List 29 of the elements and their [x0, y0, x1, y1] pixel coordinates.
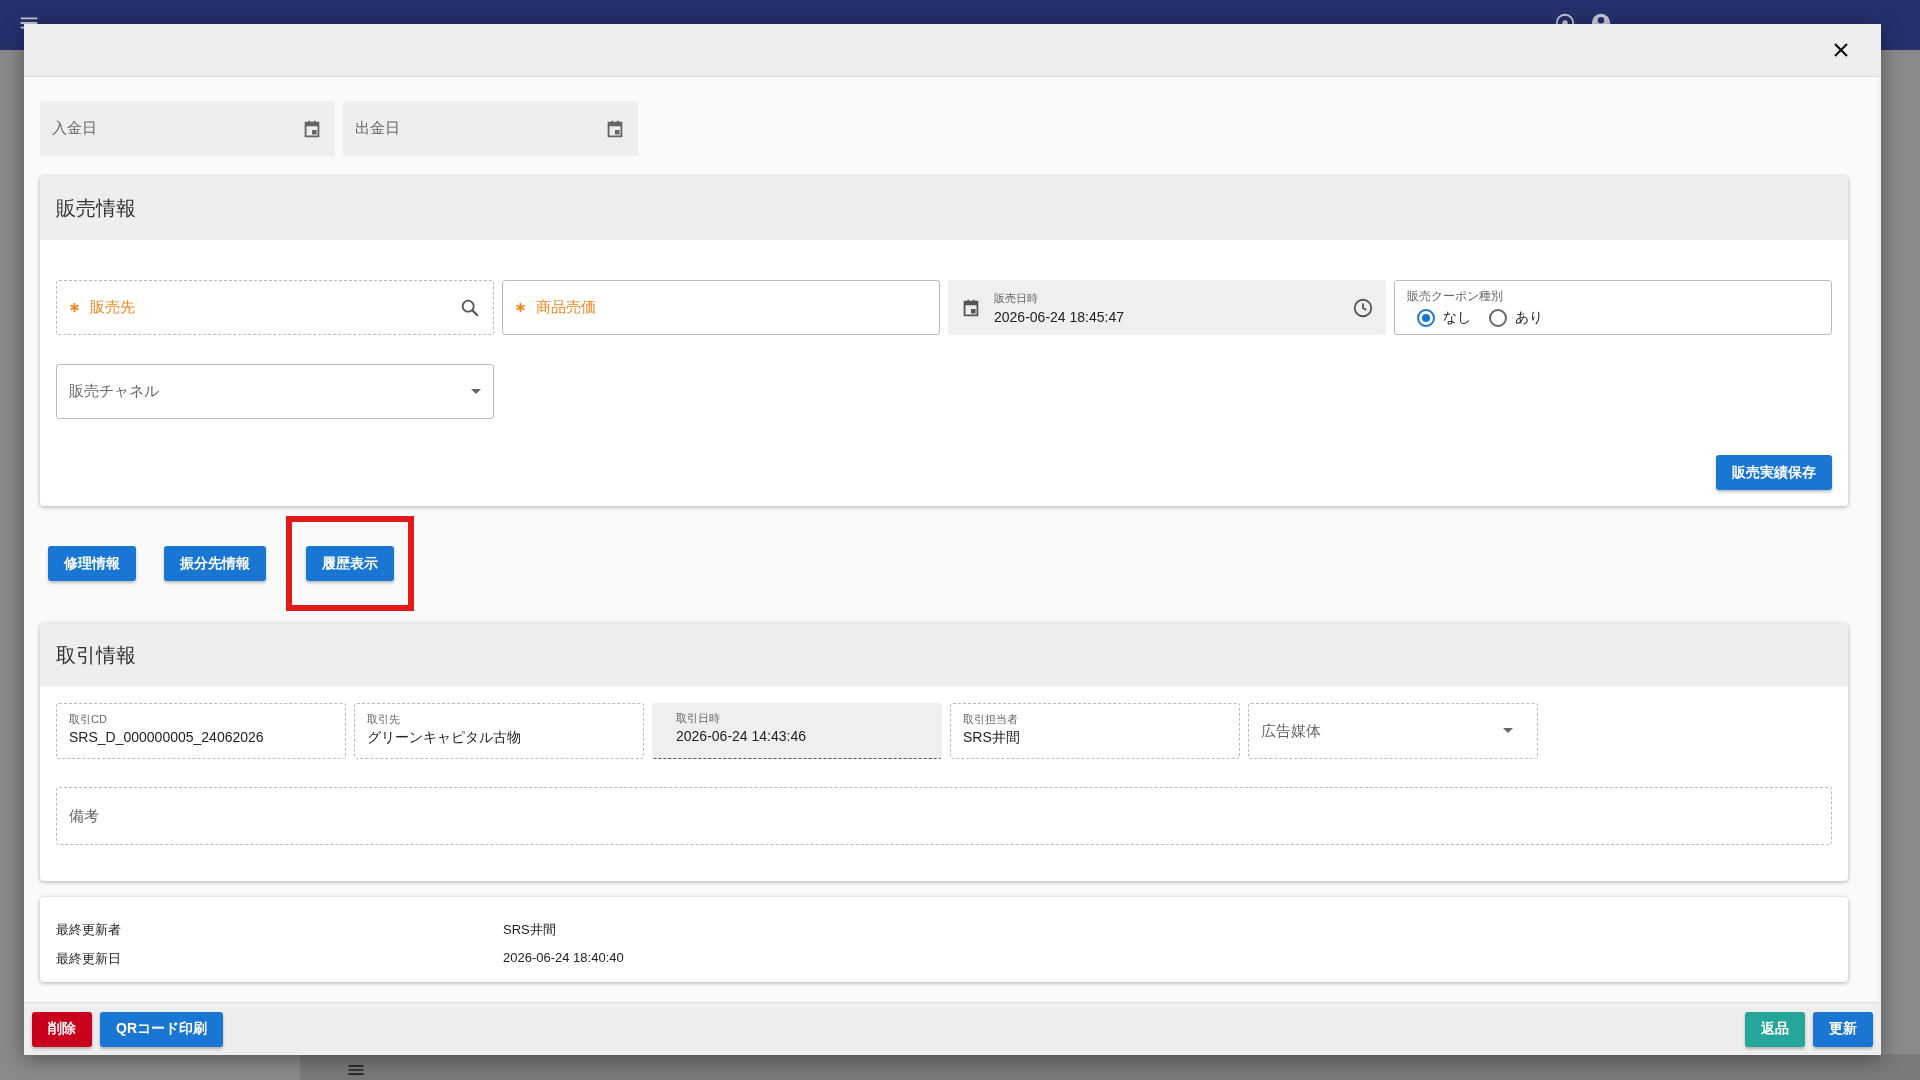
info-value: 2026-06-24 18:40:40 [503, 950, 624, 967]
history-button[interactable]: 履歴表示 [306, 546, 394, 581]
info-value: SRS井間 [503, 921, 556, 939]
info-label: 最終更新日 [56, 950, 122, 968]
save-button[interactable]: 販売実績保存 [1716, 455, 1832, 490]
date-field[interactable]: 出金日 [343, 101, 638, 156]
caret-icon [1503, 728, 1513, 734]
remarks-field[interactable]: 備考 [56, 787, 1832, 845]
clock-icon[interactable] [1352, 296, 1374, 319]
input-field[interactable]: 取引先 グリーンキャピタル古物 [354, 703, 644, 759]
select-field[interactable]: 広告媒体 [1248, 703, 1538, 759]
info-label: 最終更新者 [56, 921, 122, 939]
action-button[interactable]: 修理情報 [48, 546, 136, 581]
footer-button[interactable]: 削除 [32, 1011, 92, 1047]
footer-button[interactable]: 更新 [1813, 1011, 1873, 1047]
datetime-field[interactable]: 販売日時 2026-06-24 18:45:47 [948, 280, 1386, 335]
footer-button[interactable]: QRコード印刷 [100, 1011, 223, 1047]
input-field[interactable]: 取引担当者 SRS井間 [950, 703, 1240, 759]
input-field[interactable]: 取引日時 2026-06-24 14:43:46 [652, 703, 942, 759]
select-field[interactable]: 販売チャネル [56, 364, 494, 419]
radio-option[interactable]: あり [1489, 309, 1543, 327]
caret-icon [471, 388, 481, 395]
section-title: 取引情報 [56, 642, 136, 668]
date-field[interactable]: 入金日 [40, 101, 335, 156]
radio-option[interactable]: なし [1417, 309, 1471, 327]
action-button[interactable]: 振分先情報 [164, 546, 266, 581]
section-title: 販売情報 [56, 195, 136, 221]
radio-group: 販売クーポン種別 なし あり [1394, 280, 1832, 335]
input-field[interactable]: 取引CD SRS_D_000000005_24062026 [56, 703, 346, 759]
